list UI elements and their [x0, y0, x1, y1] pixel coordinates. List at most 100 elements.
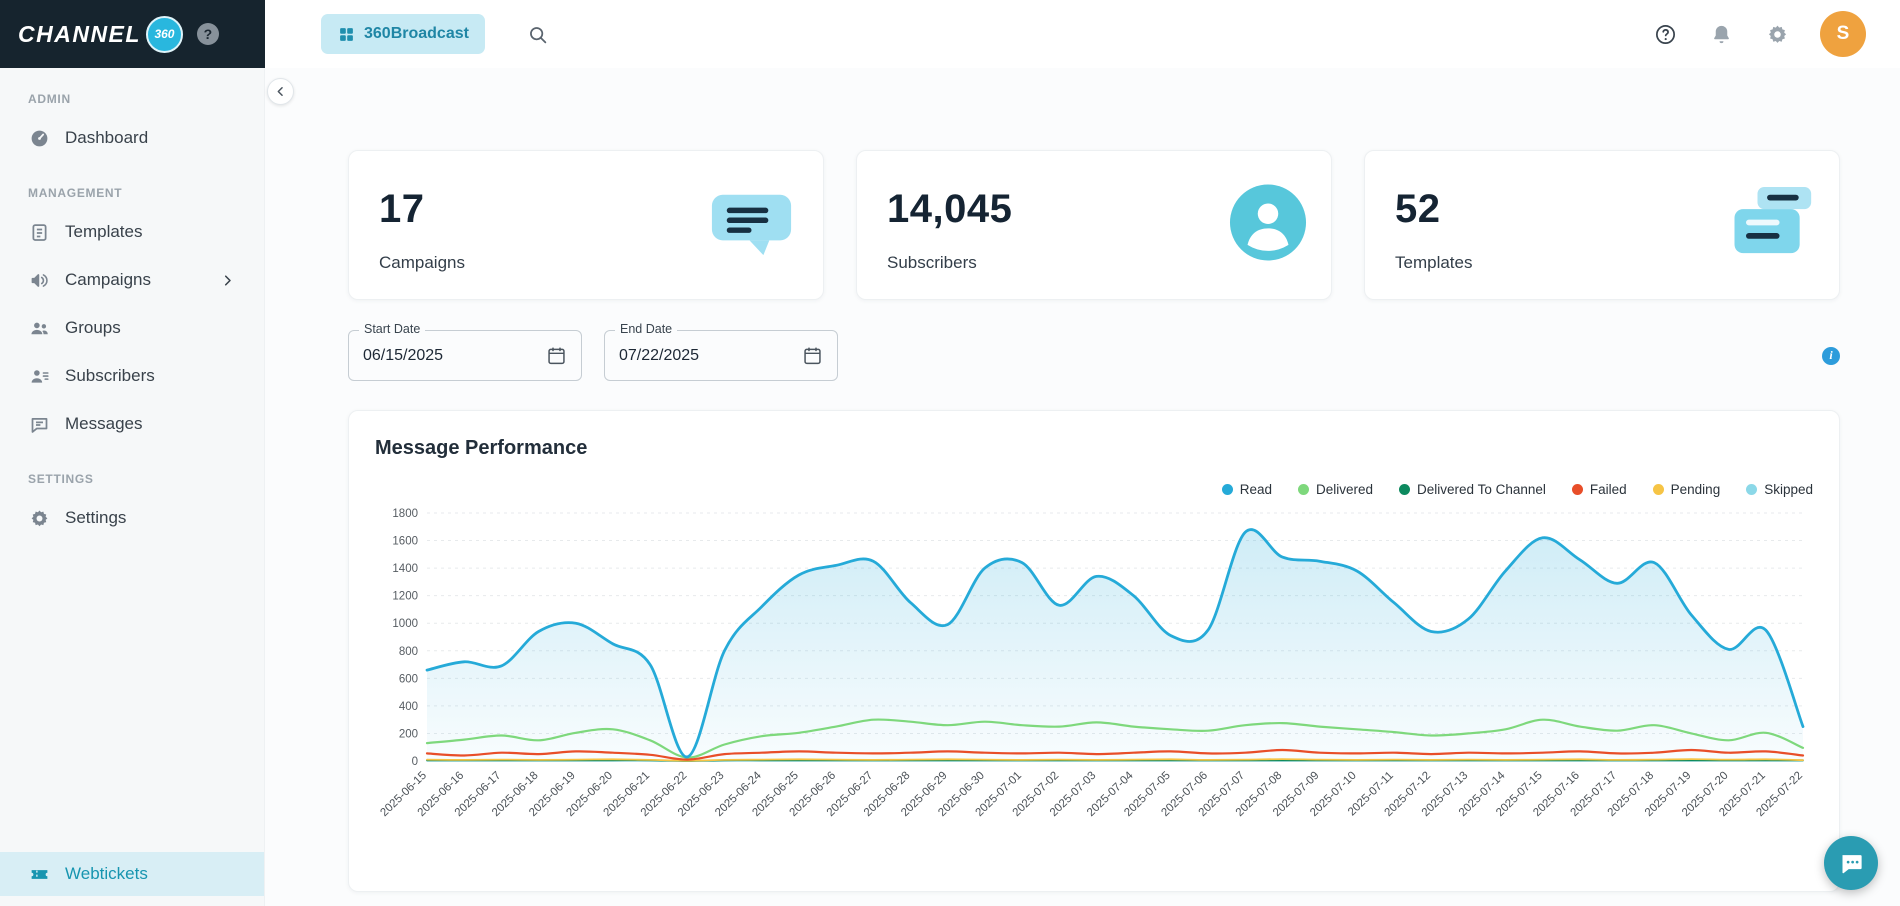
user-avatar[interactable]: S: [1820, 11, 1866, 57]
info-icon[interactable]: i: [1822, 346, 1840, 365]
end-date-field[interactable]: End Date 07/22/2025: [604, 322, 838, 381]
search-icon[interactable]: [527, 24, 548, 45]
stat-card-campaigns: 17 Campaigns: [348, 150, 824, 300]
legend-label: Pending: [1670, 482, 1721, 497]
y-tick-label: 600: [399, 673, 418, 685]
y-tick-label: 800: [399, 646, 418, 658]
sidebar-item-subscribers[interactable]: Subscribers: [0, 352, 264, 400]
legend-dot: [1298, 484, 1309, 495]
templates-icon: [28, 221, 50, 243]
stat-card-subscribers: 14,045 Subscribers: [856, 150, 1332, 300]
y-tick-label: 1600: [392, 536, 418, 548]
legend-label: Delivered To Channel: [1417, 482, 1546, 497]
series-line-pending: [426, 758, 1804, 762]
stats-row: 17 Campaigns 14,045 Subscribers 52 Templates: [348, 150, 1840, 300]
logo-channel-text: CHANNEL: [18, 20, 141, 47]
sidebar-item-templates[interactable]: Templates: [0, 208, 264, 256]
y-tick-label: 1000: [392, 618, 418, 630]
webtickets-icon: [28, 863, 50, 885]
legend-label: Read: [1239, 482, 1272, 497]
sidebar-item-label: Templates: [65, 222, 143, 241]
app-chip-360broadcast[interactable]: 360Broadcast: [321, 14, 485, 54]
gear-icon[interactable]: [1764, 21, 1790, 47]
sidebar-item-label: Campaigns: [65, 270, 151, 289]
calendar-icon[interactable]: [802, 345, 823, 366]
chevron-right-icon: [219, 272, 236, 289]
sidebar-item-messages[interactable]: Messages: [0, 400, 264, 448]
broadcast-icon: [337, 25, 355, 43]
app-chip-label: 360Broadcast: [364, 25, 469, 42]
settings-icon: [28, 507, 50, 529]
legend-label: Skipped: [1764, 482, 1813, 497]
sidebar-item-label: Groups: [65, 318, 121, 337]
legend-dot: [1399, 484, 1411, 495]
legend-item-skipped[interactable]: Skipped: [1746, 482, 1813, 497]
template-cards-icon: [1723, 184, 1815, 266]
chat-widget-button[interactable]: [1824, 836, 1878, 890]
sidebar-item-settings[interactable]: Settings: [0, 494, 264, 542]
y-tick-label: 400: [399, 701, 418, 713]
subscribers-icon: [28, 365, 50, 387]
end-date-label: End Date: [615, 322, 678, 336]
subscriber-avatar-icon: [1229, 184, 1307, 267]
legend-item-pending[interactable]: Pending: [1652, 482, 1721, 497]
stat-label: Templates: [1395, 253, 1473, 272]
help-circle-icon[interactable]: [1652, 21, 1678, 47]
start-date-field[interactable]: Start Date 06/15/2025: [348, 322, 582, 381]
chart-legend: Read Delivered Delivered To Channel Failed P…: [375, 482, 1813, 497]
legend-label: Failed: [1589, 482, 1627, 497]
y-tick-label: 0: [412, 756, 418, 768]
sidebar-item-campaigns[interactable]: Campaigns: [0, 256, 264, 304]
sidebar-section-label: ADMIN: [28, 92, 71, 106]
start-date-label: Start Date: [359, 322, 426, 336]
sidebar-section-label: SETTINGS: [28, 472, 94, 486]
campaign-bubble-icon: [704, 175, 799, 275]
legend-item-read[interactable]: Read: [1221, 482, 1272, 497]
sidebar-section-label: MANAGEMENT: [28, 186, 123, 200]
legend-dot: [1746, 484, 1758, 495]
messages-icon: [28, 413, 50, 435]
sidebar: ADMIN Dashboard MANAGEMENT Templates Campaig…: [0, 68, 265, 906]
legend-item-delivered-to-channel[interactable]: Delivered To Channel: [1399, 482, 1546, 497]
sidebar-item-label: Webtickets: [65, 864, 148, 883]
sidebar-item-webtickets[interactable]: Webtickets: [0, 852, 264, 896]
calendar-icon[interactable]: [546, 345, 567, 366]
date-filters-row: Start Date 06/15/2025 End Date 07/22/202…: [348, 322, 1840, 381]
sidebar-item-label: Settings: [65, 508, 127, 527]
stat-card-templates: 52 Templates: [1364, 150, 1840, 300]
message-performance-card: Message Performance Read Delivered Deliver…: [348, 410, 1840, 892]
legend-item-delivered[interactable]: Delivered: [1298, 482, 1373, 497]
y-tick-label: 1800: [392, 508, 418, 520]
campaigns-icon: [28, 269, 50, 291]
stat-label: Campaigns: [379, 253, 465, 272]
dashboard-icon: [28, 127, 50, 149]
y-tick-label: 200: [399, 728, 418, 740]
start-date-value: 06/15/2025: [363, 346, 444, 364]
bell-icon[interactable]: [1708, 21, 1734, 47]
logo-help-icon[interactable]: ?: [196, 23, 219, 45]
top-header: 360Broadcast S: [265, 0, 1900, 68]
stat-label: Subscribers: [887, 253, 977, 272]
header-actions: S: [1652, 11, 1866, 57]
sidebar-item-label: Subscribers: [65, 366, 155, 385]
groups-icon: [28, 317, 50, 339]
legend-label: Delivered: [1316, 482, 1374, 497]
legend-dot: [1221, 484, 1233, 495]
y-tick-label: 1400: [392, 563, 418, 575]
sidebar-sections: ADMIN Dashboard MANAGEMENT Templates Campaig…: [0, 68, 264, 542]
chart-title: Message Performance: [375, 437, 588, 459]
series-area-read: [427, 529, 1803, 761]
sidebar-collapse-button[interactable]: [267, 78, 294, 105]
end-date-value: 07/22/2025: [619, 346, 700, 364]
y-tick-label: 1200: [392, 591, 418, 603]
sidebar-item-label: Messages: [65, 414, 143, 433]
legend-item-failed[interactable]: Failed: [1571, 482, 1627, 497]
sidebar-item-groups[interactable]: Groups: [0, 304, 264, 352]
logo-block: CHANNEL 360 ?: [0, 0, 265, 68]
main-content: 17 Campaigns 14,045 Subscribers 52 Templates …: [265, 68, 1900, 906]
legend-dot: [1652, 484, 1664, 495]
logo-360-badge: 360: [145, 15, 183, 53]
sidebar-item-label: Dashboard: [65, 128, 149, 147]
legend-dot: [1571, 484, 1583, 495]
sidebar-item-dashboard[interactable]: Dashboard: [0, 114, 264, 162]
